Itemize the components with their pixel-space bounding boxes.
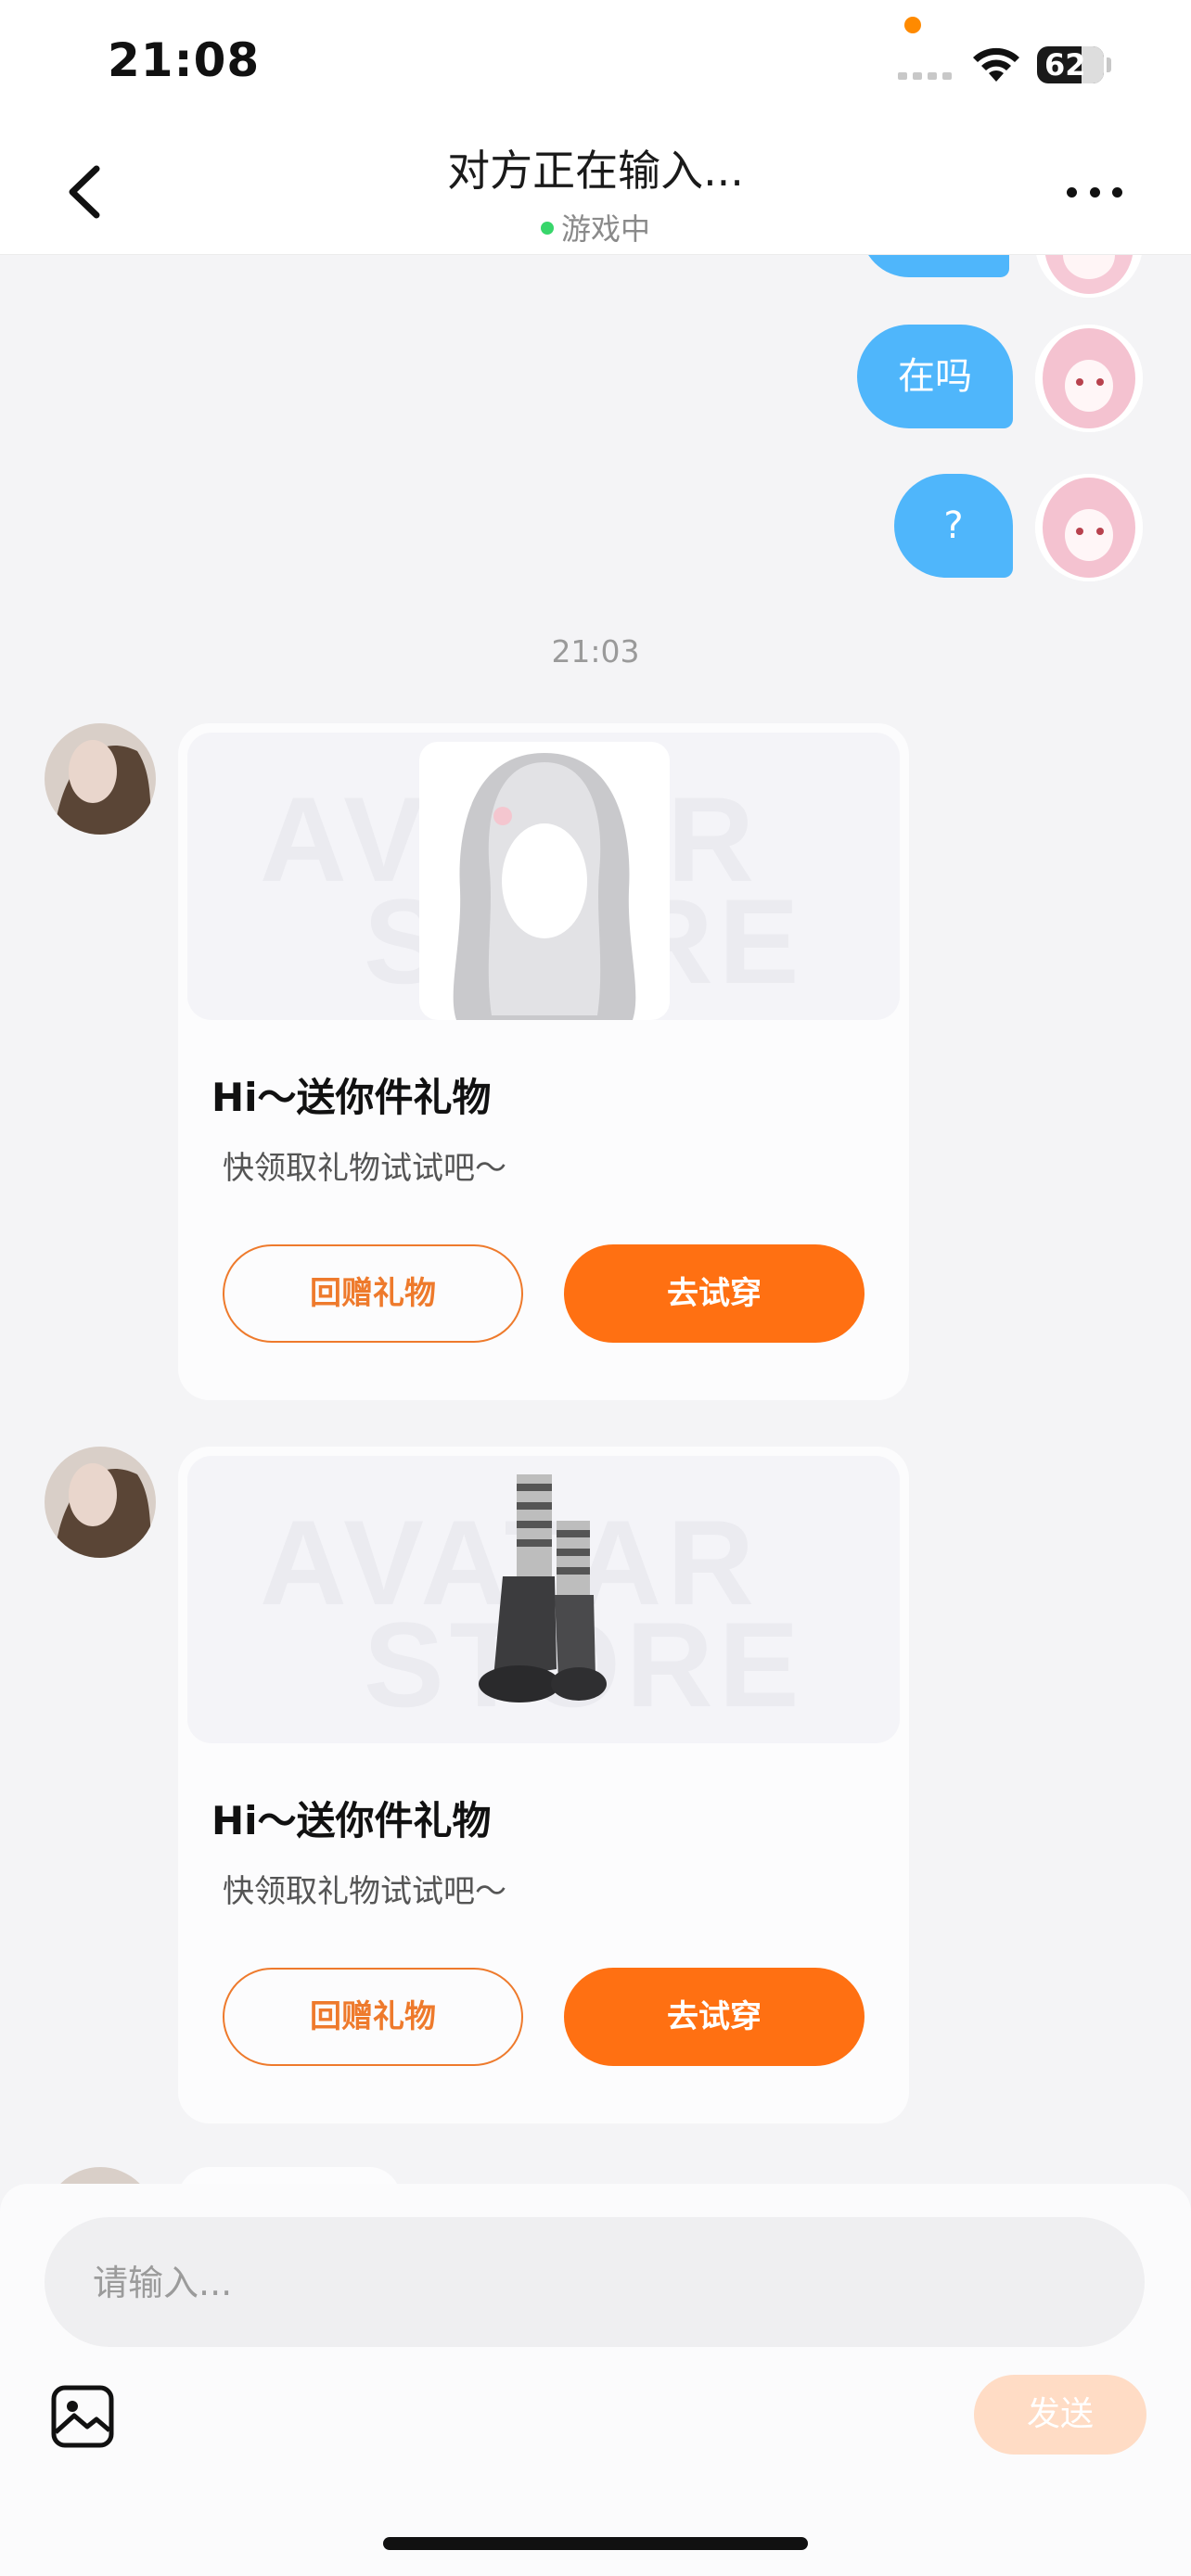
recording-indicator-dot (904, 17, 921, 33)
gift-card (178, 2167, 401, 2184)
message-text: 在吗 (898, 355, 972, 398)
chat-header: 对方正在输入... 游戏中 (0, 130, 1191, 255)
message-input-container[interactable] (45, 2217, 1145, 2349)
my-avatar[interactable] (1035, 255, 1143, 298)
presence-label: 游戏中 (560, 211, 650, 247)
gift-card: AVATAR STORE Hi～送你件礼物 快领取礼物试试吧～ 回赠礼物 去试穿 (178, 1447, 909, 2123)
status-time: 21:08 (108, 33, 261, 87)
hair-item-icon (419, 742, 670, 1020)
anime-avatar-icon (1035, 255, 1143, 298)
my-avatar[interactable] (1035, 325, 1143, 432)
return-gift-button[interactable]: 回赠礼物 (223, 1244, 523, 1343)
message-list[interactable]: 在吗 ? 21:03 AVATAR STORE Hi～送你件礼物 快领取礼物试试… (0, 255, 1191, 2184)
gift-card: AVATAR STORE Hi～送你件礼物 快领取礼物试试吧～ 回赠礼物 去试穿 (178, 723, 909, 1400)
online-dot-icon (540, 222, 554, 235)
gift-subtitle: 快领取礼物试试吧～ (223, 1873, 506, 1910)
contact-avatar[interactable] (45, 723, 156, 835)
cellular-signal-icon (898, 72, 952, 80)
gift-title: Hi～送你件礼物 (211, 1075, 492, 1120)
anime-avatar-icon (1035, 325, 1143, 432)
outgoing-message-bubble[interactable]: 在吗 (857, 325, 1013, 428)
return-gift-button[interactable]: 回赠礼物 (223, 1968, 523, 2066)
photo-avatar-icon (45, 2167, 156, 2184)
send-button[interactable]: 发送 (974, 2375, 1146, 2455)
try-on-button[interactable]: 去试穿 (564, 1968, 864, 2066)
page-title: 对方正在输入... (447, 146, 744, 196)
outgoing-message-bubble[interactable]: ? (894, 474, 1013, 578)
try-on-button[interactable]: 去试穿 (564, 1244, 864, 1343)
battery-level: 62 (1044, 47, 1086, 83)
gift-subtitle: 快领取礼物试试吧～ (223, 1150, 506, 1187)
contact-avatar[interactable] (45, 2167, 156, 2184)
photo-avatar-icon (45, 723, 156, 835)
more-options-button[interactable] (1067, 187, 1122, 202)
outgoing-message-bubble[interactable] (861, 255, 1009, 277)
home-indicator (383, 2537, 808, 2550)
contact-avatar[interactable] (45, 1447, 156, 1558)
gift-image-area: AVATAR STORE (187, 733, 900, 1020)
image-icon[interactable] (50, 2384, 115, 2449)
boots-item-icon (479, 1474, 607, 1702)
message-text: ? (943, 504, 964, 547)
status-bar: 21:08 62 (0, 0, 1191, 130)
presence-status: 游戏中 (0, 206, 1191, 249)
time-separator: 21:03 (551, 633, 640, 670)
gift-image-area: AVATAR STORE (187, 1456, 900, 1743)
my-avatar[interactable] (1035, 474, 1143, 581)
battery-icon: 62 (1037, 46, 1104, 83)
wifi-icon (973, 47, 1019, 82)
anime-avatar-icon (1035, 474, 1143, 581)
composer-panel: 发送 (0, 2184, 1191, 2576)
photo-avatar-icon (45, 1447, 156, 1558)
gift-title: Hi～送你件礼物 (211, 1798, 492, 1843)
message-input[interactable] (91, 2217, 1096, 2349)
